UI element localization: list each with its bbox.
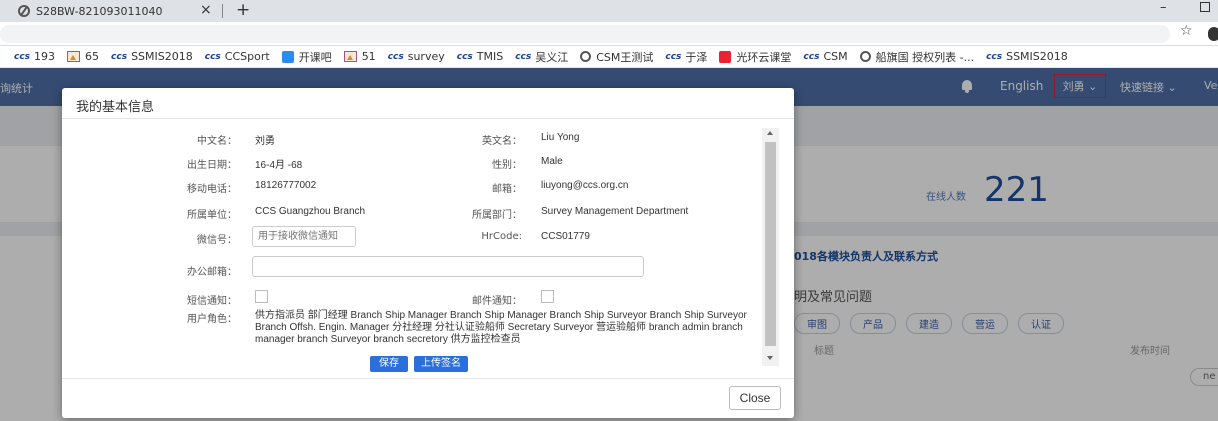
bookmark-item[interactable]: ccs CSM [803, 50, 847, 63]
office-email-label: 办公邮箱： [187, 267, 237, 278]
bookmark-label: CCSport [224, 50, 270, 63]
bookmark-item[interactable]: ccs 吴义江 [515, 49, 568, 65]
maximize-button[interactable] [1200, 2, 1210, 12]
dept-value: Survey Management Department [541, 206, 689, 217]
bookmark-label: survey [407, 50, 445, 63]
bookmark-label: CSM王测试 [596, 50, 654, 64]
hrcode-label: HrCode: [481, 231, 522, 242]
bookmark-item[interactable]: 51 [343, 50, 376, 63]
cn-name-value: 刘勇 [255, 136, 275, 147]
sms-notify-checkbox[interactable] [255, 290, 268, 303]
profile-icon[interactable] [1208, 27, 1218, 41]
globe-icon [859, 51, 871, 62]
image-icon [343, 51, 357, 62]
close-button[interactable]: Close [729, 386, 781, 410]
mobile-label: 移动电话： [187, 184, 237, 195]
scroll-up-icon[interactable] [767, 131, 773, 135]
office-email-input[interactable] [252, 256, 644, 277]
mail-notify-label: 邮件通知： [472, 296, 522, 307]
roles-label: 用户角色： [187, 314, 237, 325]
bookmark-label: 65 [85, 50, 100, 63]
close-tab-icon[interactable]: × [200, 2, 212, 18]
unit-value: CCS Guangzhou Branch [255, 206, 366, 217]
basic-info-dialog: 我的基本信息 中文名： 刘勇 英文名： Liu Yong 出生日期： 16-4月… [62, 88, 794, 418]
save-button[interactable]: 保存 [370, 356, 408, 372]
globe-icon [18, 5, 30, 17]
bookmark-item[interactable]: 船旗国 授权列表 -... [859, 49, 975, 65]
bookmark-item[interactable]: ccs CCSport [205, 50, 270, 63]
email-value: liuyong@ccs.org.cn [541, 180, 629, 191]
ccs-logo-icon: ccs [204, 51, 221, 62]
bookmark-label: SSMIS2018 [1006, 50, 1068, 63]
ccs-logo-icon: ccs [387, 51, 404, 62]
url-input[interactable] [0, 25, 1170, 43]
app-icon [281, 50, 294, 63]
gender-value: Male [541, 156, 563, 167]
cn-name-label: 中文名： [197, 136, 237, 147]
dob-label: 出生日期： [187, 160, 237, 171]
tab-title: S28BW-821093011040 [36, 4, 163, 18]
ccs-logo-icon: ccs [111, 51, 128, 62]
bookmark-item[interactable]: CSM王测试 [580, 49, 653, 65]
roles-value: 供方指派员 部门经理 Branch Ship Manager Branch Sh… [255, 310, 747, 345]
bookmark-label: CSM [823, 50, 848, 63]
bookmark-label: TMIS [476, 50, 504, 63]
bookmark-item[interactable]: ccs TMIS [457, 50, 503, 63]
new-tab-button[interactable]: + [236, 0, 250, 20]
dept-label: 所属部门： [472, 210, 522, 221]
bookmark-label: 开课吧 [298, 50, 332, 64]
unit-label: 所属单位： [187, 210, 237, 221]
address-bar: ☆ [0, 22, 1218, 46]
image-icon [67, 51, 81, 62]
browser-tab[interactable]: S28BW-821093011040 × [0, 0, 240, 22]
wechat-input[interactable] [252, 226, 356, 247]
bookmark-item[interactable]: 光环云课堂 [719, 49, 791, 65]
wechat-label: 微信号： [197, 235, 237, 246]
divider [62, 378, 794, 379]
info-form: 中文名： 刘勇 英文名： Liu Yong 出生日期： 16-4月 -68 性别… [62, 120, 794, 378]
bookmark-star-icon[interactable]: ☆ [1180, 23, 1193, 39]
bookmark-label: 193 [34, 50, 56, 63]
en-name-value: Liu Yong [541, 132, 580, 143]
ccs-logo-icon: ccs [14, 51, 31, 62]
ccs-logo-icon: ccs [456, 51, 473, 62]
gender-label: 性别： [492, 160, 522, 171]
minimize-button[interactable]: – [1160, 0, 1167, 15]
tab-separator [222, 4, 223, 18]
sms-notify-label: 短信通知： [187, 296, 237, 307]
hrcode-value: CCS01779 [541, 231, 590, 242]
bookmark-label: 光环云课堂 [736, 50, 792, 64]
bookmarks-bar: ccs 193 65 ccs SSMIS2018 ccs CCSport 开课吧 51 ccs su… [0, 46, 1218, 68]
bookmark-label: 吴义江 [535, 50, 569, 64]
ccs-logo-icon: ccs [986, 51, 1003, 62]
bookmark-item[interactable]: ccs 193 [14, 50, 55, 63]
bookmark-item[interactable]: ccs SSMIS2018 [111, 50, 193, 63]
ccs-logo-icon: ccs [803, 51, 820, 62]
bookmark-label: SSMIS2018 [131, 50, 193, 63]
divider [62, 118, 794, 119]
globe-icon [580, 51, 592, 62]
email-label: 邮箱： [492, 184, 522, 195]
bookmark-item[interactable]: 开课吧 [281, 49, 332, 65]
bookmark-item[interactable]: ccs 于泽 [665, 49, 707, 65]
bookmark-label: 船旗国 授权列表 -... [875, 50, 975, 64]
scroll-down-icon[interactable] [767, 356, 773, 360]
dialog-title: 我的基本信息 [76, 100, 155, 115]
app-icon [719, 50, 732, 63]
form-scrollbar[interactable] [762, 128, 779, 366]
bookmark-label: 51 [361, 50, 376, 63]
scroll-thumb[interactable] [765, 142, 776, 346]
bookmark-item[interactable]: ccs survey [388, 50, 445, 63]
bookmark-item[interactable]: ccs SSMIS2018 [986, 50, 1068, 63]
ccs-logo-icon: ccs [515, 51, 532, 62]
ccs-logo-icon: ccs [665, 51, 682, 62]
browser-tabbar: S28BW-821093011040 × + – [0, 0, 1218, 22]
mail-notify-checkbox[interactable] [541, 290, 554, 303]
en-name-label: 英文名： [482, 136, 522, 147]
mobile-value: 18126777002 [255, 180, 317, 191]
upload-signature-button[interactable]: 上传签名 [414, 356, 468, 372]
bookmark-item[interactable]: 65 [67, 50, 99, 63]
dob-value: 16-4月 -68 [255, 160, 303, 171]
bookmark-label: 于泽 [685, 50, 708, 64]
